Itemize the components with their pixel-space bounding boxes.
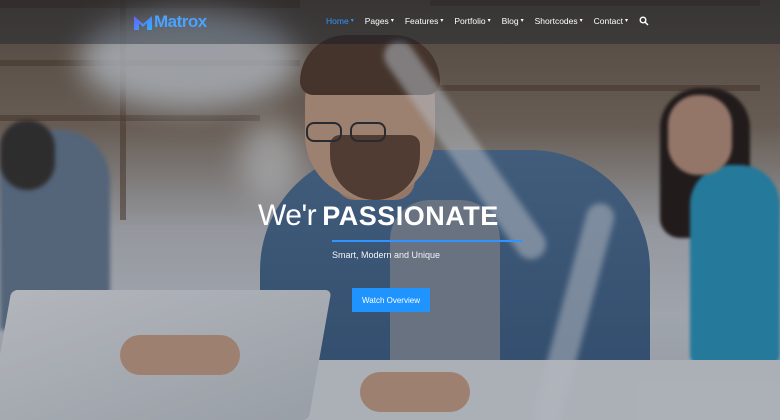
- chevron-down-icon: ▾: [624, 18, 628, 24]
- nav-item-label: Contact: [593, 16, 623, 26]
- chevron-down-icon: ▾: [440, 18, 444, 24]
- nav-item-label: Pages: [364, 16, 389, 26]
- nav-item-home[interactable]: Home ▾: [326, 16, 354, 26]
- hero-headline-bold: PASSIONATE: [322, 201, 499, 231]
- brand-logo[interactable]: Matrox: [134, 12, 207, 32]
- nav-item-blog[interactable]: Blog ▾: [502, 16, 524, 26]
- main-nav: Home ▾ Pages ▾ Features ▾ Portfolio ▾ Bl…: [326, 16, 649, 26]
- nav-item-features[interactable]: Features ▾: [405, 16, 444, 26]
- chevron-down-icon: ▾: [390, 18, 394, 24]
- nav-item-pages[interactable]: Pages ▾: [365, 16, 394, 26]
- nav-item-label: Portfolio: [454, 16, 486, 26]
- nav-item-label: Blog: [501, 16, 519, 26]
- headline-underline: [332, 240, 522, 242]
- chevron-down-icon: ▾: [350, 18, 354, 24]
- watch-overview-button[interactable]: Watch Overview: [352, 288, 430, 312]
- top-navbar: Matrox Home ▾ Pages ▾ Features ▾ Portfol…: [0, 0, 780, 44]
- nav-item-label: Home: [326, 16, 349, 26]
- nav-item-portfolio[interactable]: Portfolio ▾: [454, 16, 490, 26]
- chevron-down-icon: ▾: [487, 18, 491, 24]
- nav-item-label: Features: [404, 16, 439, 26]
- chevron-down-icon: ▾: [579, 18, 583, 24]
- hero-subtitle: Smart, Modern and Unique: [332, 250, 441, 260]
- hero-headline: We'r PASSIONATE: [258, 199, 538, 233]
- nav-item-shortcodes[interactable]: Shortcodes ▾: [535, 16, 583, 26]
- chevron-down-icon: ▾: [520, 18, 524, 24]
- nav-item-label: Shortcodes: [534, 16, 578, 26]
- logo-mark-icon: [134, 16, 152, 30]
- search-icon[interactable]: [639, 16, 649, 26]
- nav-item-contact[interactable]: Contact ▾: [594, 16, 628, 26]
- hero-headline-light: We'r: [258, 199, 317, 232]
- brand-name: Matrox: [154, 12, 207, 31]
